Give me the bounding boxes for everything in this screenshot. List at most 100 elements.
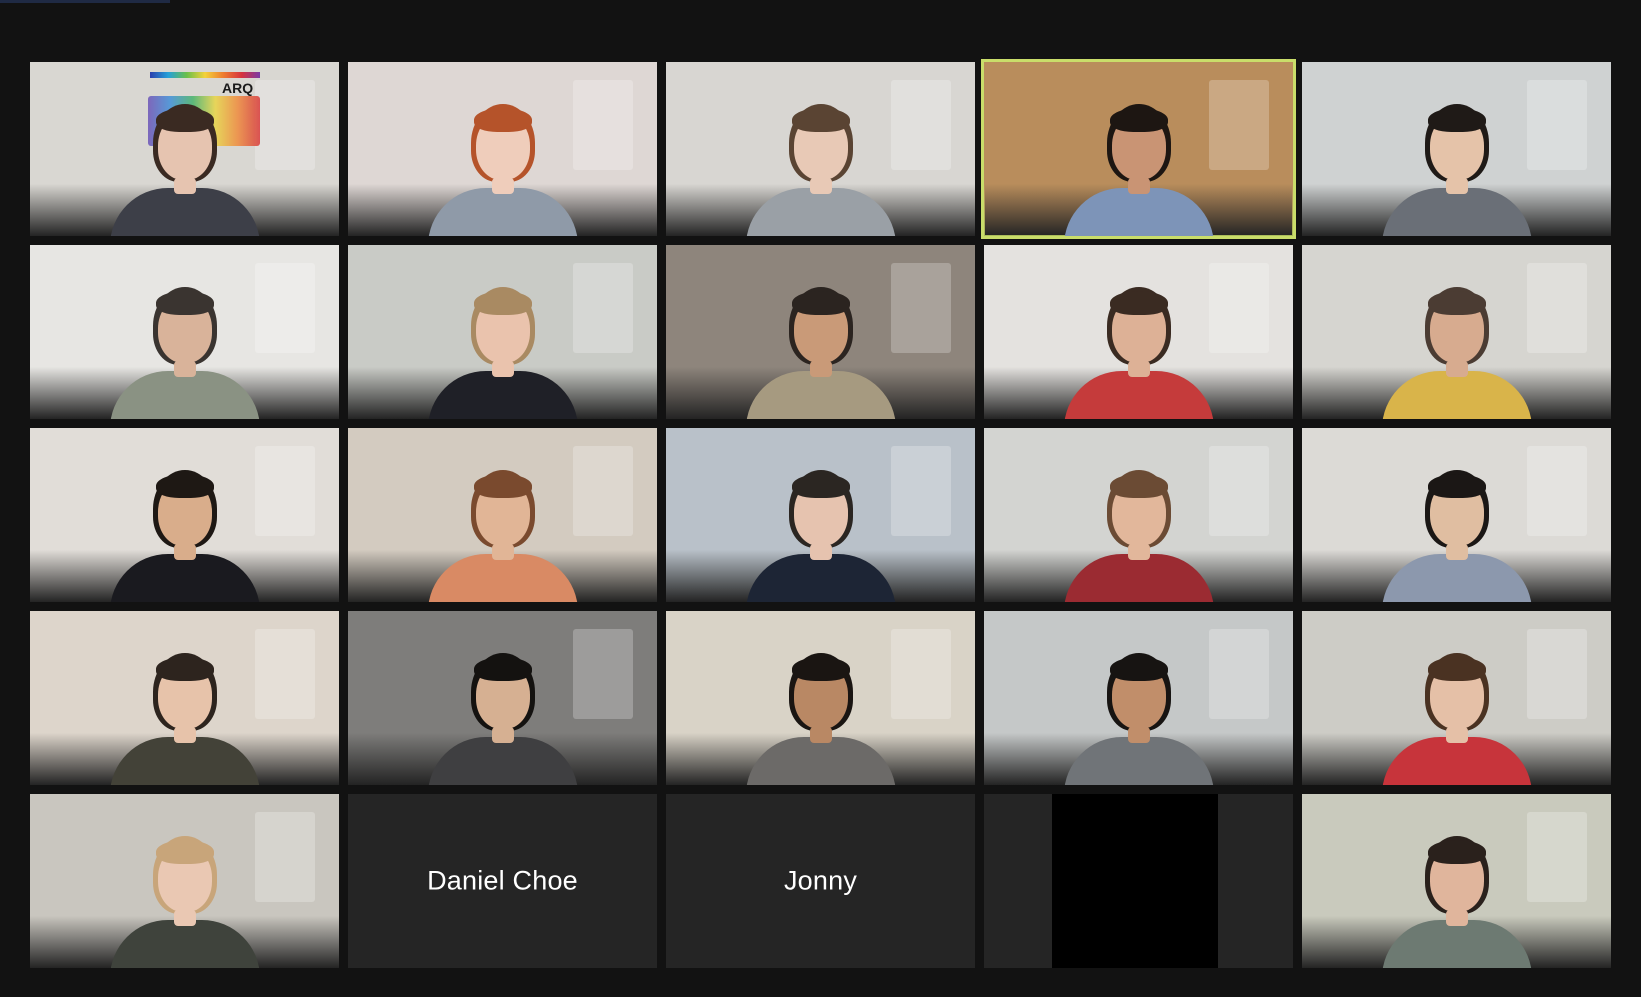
room-window [255,80,315,170]
neck [491,361,514,377]
participant-tile[interactable] [30,245,339,419]
participant-tile[interactable] [984,428,1293,602]
participant-tile[interactable] [666,611,975,785]
participant-tile[interactable] [348,428,657,602]
room-window [255,446,315,536]
torso [745,188,896,236]
room-window [255,629,315,719]
participant-tile[interactable] [1302,794,1611,968]
room-window [1527,446,1587,536]
participant-video [109,76,260,236]
neck [809,361,832,377]
hair-top [155,840,214,864]
participant-tile[interactable] [666,428,975,602]
participant-tile-active-speaker[interactable] [981,59,1296,239]
neck [1445,178,1468,194]
hair-top [1109,657,1168,681]
participant-video [1381,625,1532,785]
torso [427,737,578,785]
torso [1381,737,1532,785]
participant-tile[interactable] [30,611,339,785]
neck [1127,361,1150,377]
neck [1127,544,1150,560]
hair-top [473,291,532,315]
torso [109,188,260,236]
room-window [891,629,951,719]
room-window [1209,629,1269,719]
room-window [255,812,315,902]
participant-tile[interactable] [348,611,657,785]
room-window [573,263,633,353]
participant-name: Daniel Choe [427,865,578,896]
participant-video [1381,442,1532,602]
hair-top [791,474,850,498]
participant-tile[interactable] [984,245,1293,419]
hair-top [1109,108,1168,132]
torso [1381,554,1532,602]
participant-video [745,76,896,236]
participant-tile[interactable] [1302,245,1611,419]
neck [1127,178,1150,194]
participant-tile[interactable] [30,428,339,602]
room-window [1209,263,1269,353]
neck [173,544,196,560]
hair-top [155,474,214,498]
torso [427,188,578,236]
hair-top [1427,657,1486,681]
room-window [255,263,315,353]
participant-tile[interactable] [1302,62,1611,236]
torso [109,554,260,602]
room-window [573,629,633,719]
participant-tile-blank[interactable] [984,794,1293,968]
participant-tile-video-off[interactable]: Jonny [666,794,975,968]
hair-top [791,108,850,132]
participant-video [745,259,896,419]
torso [1381,371,1532,419]
torso [1063,188,1214,236]
neck [491,727,514,743]
torso [427,554,578,602]
neck [173,361,196,377]
gallery-grid: ARQ Daniel Choe Jonny [30,59,1611,968]
room-window [1209,80,1269,170]
participant-tile[interactable] [348,245,657,419]
room-window [1527,812,1587,902]
hair-top [1109,474,1168,498]
hair-top [473,474,532,498]
participant-tile[interactable] [666,62,975,236]
participant-video [427,76,578,236]
hair-top [155,291,214,315]
black-video-frame [1052,794,1218,968]
torso [427,371,578,419]
torso [1063,554,1214,602]
hair-top [1427,474,1486,498]
room-window [891,446,951,536]
participant-video [109,259,260,419]
participant-video [745,442,896,602]
hair-top [1109,291,1168,315]
participant-tile[interactable] [1302,611,1611,785]
participant-video [1381,76,1532,236]
participant-video [1381,259,1532,419]
participant-tile[interactable] [1302,428,1611,602]
participant-tile[interactable] [348,62,657,236]
participant-video [109,625,260,785]
participant-tile[interactable] [984,611,1293,785]
participant-video [427,442,578,602]
participant-video [109,808,260,968]
participant-tile[interactable]: ARQ [30,62,339,236]
participant-tile-video-off[interactable]: Daniel Choe [348,794,657,968]
participant-tile[interactable] [666,245,975,419]
room-window [1527,80,1587,170]
hair-top [791,291,850,315]
hair-top [1427,840,1486,864]
hair-top [473,108,532,132]
neck [173,178,196,194]
torso [1063,737,1214,785]
hair-top [155,657,214,681]
participant-tile[interactable] [30,794,339,968]
torso [109,737,260,785]
neck [491,544,514,560]
participant-video [745,625,896,785]
torso [1063,371,1214,419]
